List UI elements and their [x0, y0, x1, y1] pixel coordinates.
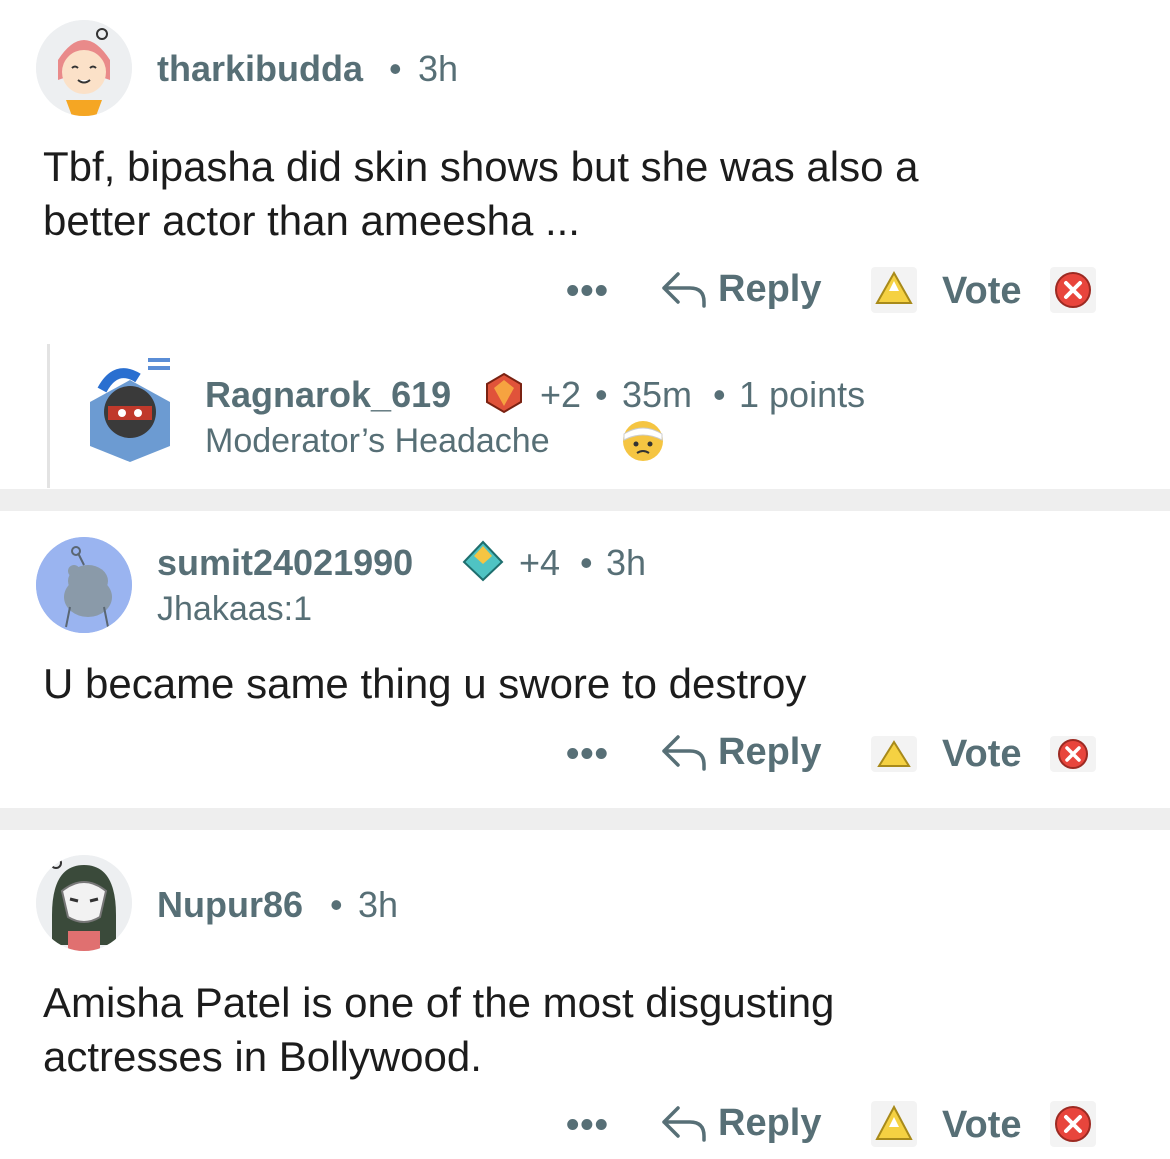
more-options-button[interactable]: •••: [566, 270, 609, 313]
comment-body-line: Tbf, bipasha did skin shows but she was …: [43, 143, 919, 190]
upvote-button[interactable]: [871, 736, 917, 772]
upvote-icon: [877, 740, 911, 767]
downvote-icon: [1055, 1106, 1091, 1142]
vote-label: Vote: [942, 1104, 1022, 1146]
reply-button[interactable]: Reply: [660, 1102, 821, 1145]
more-options-button[interactable]: •••: [566, 1104, 609, 1147]
user-flair: Jhakaas:1: [157, 590, 312, 628]
reply-arrow-icon: [662, 271, 706, 308]
username[interactable]: sumit24021990: [157, 542, 413, 584]
avatar[interactable]: [36, 20, 132, 116]
thread-line[interactable]: [47, 344, 50, 488]
downvote-button[interactable]: [1050, 1101, 1096, 1147]
comment-body-line: better actor than ameesha ...: [43, 197, 580, 244]
comment-divider: [0, 489, 1170, 511]
more-options-button[interactable]: •••: [566, 733, 609, 776]
karma-count: +4: [519, 542, 561, 583]
comment-divider: [0, 808, 1170, 830]
downvote-icon: [1058, 739, 1088, 769]
timestamp: 3h: [418, 48, 459, 89]
comment-body-line: Amisha Patel is one of the most disgusti…: [43, 979, 835, 1026]
user-flair: Moderator’s Headache: [205, 422, 550, 460]
ruby-award-icon: [481, 370, 527, 416]
points: 1 points: [739, 374, 866, 415]
meta-separator: •: [580, 542, 593, 583]
comment-body: Amisha Patel is one of the most disgusti…: [43, 976, 1123, 1084]
comment-body: Tbf, bipasha did skin shows but she was …: [43, 140, 1123, 248]
vote-label: Vote: [942, 270, 1022, 312]
meta-separator: •: [389, 48, 402, 89]
avatar[interactable]: [36, 855, 132, 951]
username[interactable]: tharkibudda: [157, 48, 363, 90]
meta-separator: •: [595, 374, 608, 415]
reply-button[interactable]: Reply: [660, 731, 821, 774]
reply-label: Reply: [718, 268, 822, 310]
vote-label: Vote: [942, 733, 1022, 775]
avatar-sumit-icon: [36, 537, 132, 633]
reply-label: Reply: [718, 731, 822, 773]
reply-label: Reply: [718, 1102, 822, 1144]
downvote-button[interactable]: [1050, 736, 1096, 772]
timestamp: 35m: [622, 374, 693, 415]
upvote-icon: [875, 270, 913, 304]
avatar[interactable]: [36, 537, 132, 633]
upvote-button[interactable]: [871, 267, 917, 313]
diamond-award-icon: [460, 538, 506, 584]
username[interactable]: Ragnarok_619: [205, 374, 451, 416]
karma-count: +2: [540, 374, 582, 415]
comment-body: U became same thing u swore to destroy: [43, 660, 807, 707]
bandaged-face-emoji-icon: [620, 418, 666, 464]
username[interactable]: Nupur86: [157, 884, 303, 926]
downvote-button[interactable]: [1050, 267, 1096, 313]
meta-separator: •: [713, 374, 726, 415]
avatar-ragnarok-icon: [90, 358, 170, 462]
reply-arrow-icon: [662, 1105, 706, 1142]
timestamp: 3h: [358, 884, 399, 925]
timestamp: 3h: [606, 542, 647, 583]
upvote-icon: [875, 1104, 913, 1140]
avatar[interactable]: [82, 350, 178, 462]
reply-arrow-icon: [662, 734, 706, 771]
upvote-button[interactable]: [871, 1101, 917, 1147]
avatar-tharkibudda-icon: [36, 20, 132, 116]
downvote-icon: [1055, 272, 1091, 308]
meta-separator: •: [330, 884, 343, 925]
reply-button[interactable]: Reply: [660, 268, 821, 311]
comment-body-line: actresses in Bollywood.: [43, 1033, 482, 1080]
avatar-nupur-icon: [36, 855, 132, 951]
